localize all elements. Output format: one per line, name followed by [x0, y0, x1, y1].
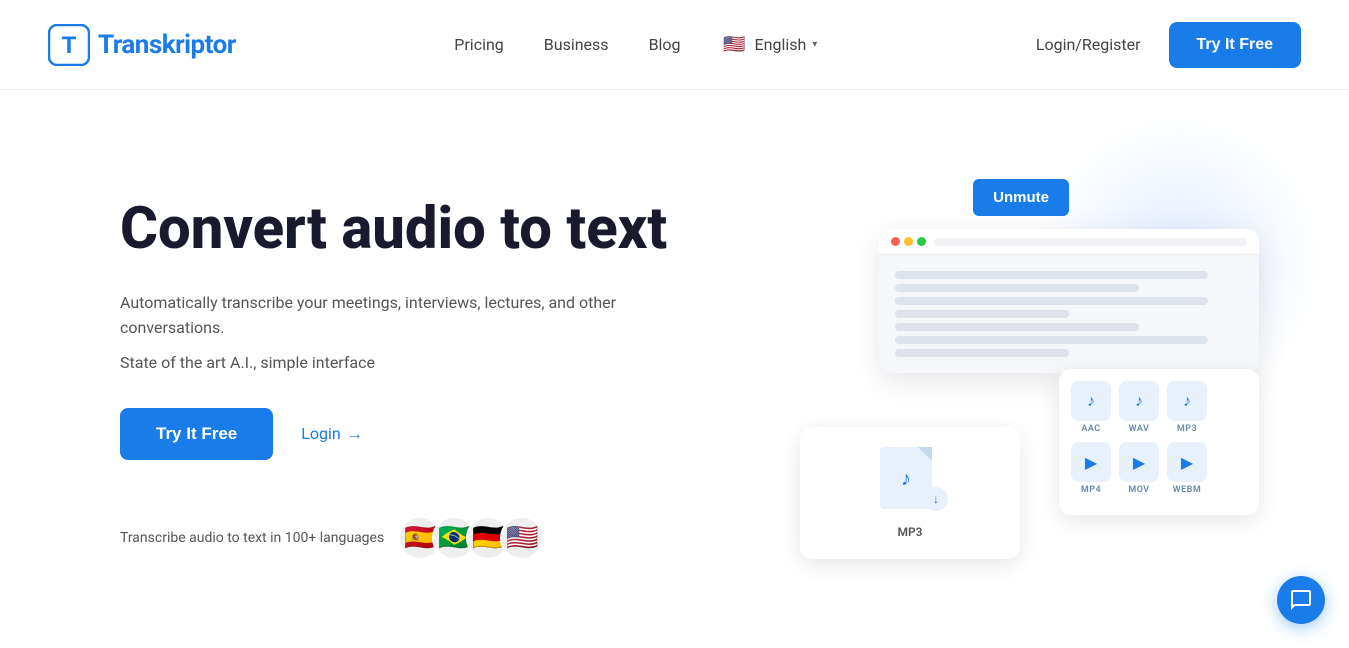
text-content-area	[895, 271, 1243, 357]
text-line	[895, 284, 1139, 292]
transcription-lines	[895, 271, 1243, 357]
text-line	[895, 297, 1208, 305]
ft-mp3: ♪ MP3	[1167, 381, 1207, 434]
hero-login-link[interactable]: Login →	[301, 424, 362, 444]
file-type-grid: ♪ AAC ♪ WAV ♪ MP3 ▶ MP4 ▶	[1059, 369, 1259, 515]
flag-stack: 🇪🇸 🇧🇷 🇩🇪 🇺🇸	[398, 516, 544, 560]
svg-text:T: T	[62, 32, 77, 59]
hero-languages: Transcribe audio to text in 100+ languag…	[120, 516, 700, 560]
close-dot	[891, 237, 900, 246]
text-line	[895, 336, 1208, 344]
file-types-row1: ♪ AAC ♪ WAV ♪ MP3	[1071, 381, 1247, 434]
file-type-label: MP3	[897, 525, 922, 539]
mov-label: MOV	[1128, 485, 1149, 495]
ft-wav: ♪ WAV	[1119, 381, 1159, 434]
unmute-button[interactable]: Unmute	[973, 179, 1069, 216]
hero-actions: Try It Free Login →	[120, 408, 700, 460]
hero-title: Convert audio to text	[120, 198, 700, 262]
logo[interactable]: T Transkriptor	[48, 24, 236, 66]
minimize-dot	[904, 237, 913, 246]
mp4-icon: ▶	[1071, 442, 1111, 482]
upload-area: ♪ ↓ MP3	[800, 427, 1020, 559]
ft-webm: ▶ WEBM	[1167, 442, 1207, 495]
mp3-file-icon: ♪ ↓	[880, 447, 940, 517]
ft-mov: ▶ MOV	[1119, 442, 1159, 495]
nav-right: Login/Register Try It Free	[1036, 22, 1301, 68]
nav-blog[interactable]: Blog	[649, 35, 681, 54]
logo-icon: T	[48, 24, 90, 66]
mp3-label-grid: MP3	[1177, 424, 1197, 434]
browser-window	[879, 229, 1259, 373]
arrow-right-icon: →	[347, 424, 363, 444]
text-line	[895, 271, 1208, 279]
try-free-button[interactable]: Try It Free	[1169, 22, 1301, 68]
languages-label: Transcribe audio to text in 100+ languag…	[120, 530, 384, 546]
flag-english: 🇺🇸	[500, 516, 544, 560]
chat-icon	[1289, 588, 1313, 612]
browser-body	[879, 255, 1259, 373]
language-selector[interactable]: 🇺🇸 English ▾	[721, 31, 818, 59]
mp4-label: MP4	[1081, 485, 1101, 495]
webm-icon: ▶	[1167, 442, 1207, 482]
hero-illustration: Unmute	[700, 169, 1269, 589]
hero-try-free-button[interactable]: Try It Free	[120, 408, 273, 460]
hero-subtitle: Automatically transcribe your meetings, …	[120, 290, 700, 341]
language-label: English	[755, 35, 807, 54]
aac-label: AAC	[1081, 424, 1100, 434]
mp3-icon-grid: ♪	[1167, 381, 1207, 421]
wav-icon: ♪	[1119, 381, 1159, 421]
chevron-down-icon: ▾	[812, 39, 817, 50]
window-controls	[891, 237, 926, 246]
mov-icon: ▶	[1119, 442, 1159, 482]
flag-icon: 🇺🇸	[721, 31, 749, 59]
login-register-link[interactable]: Login/Register	[1036, 35, 1141, 54]
aac-icon: ♪	[1071, 381, 1111, 421]
file-fold	[918, 447, 932, 461]
maximize-dot	[917, 237, 926, 246]
chat-bubble[interactable]	[1277, 576, 1325, 624]
url-bar	[934, 238, 1247, 246]
mp3-icon: ♪ ↓	[880, 447, 940, 517]
text-line	[895, 349, 1069, 357]
logo-wordmark: Transkriptor	[98, 30, 236, 60]
browser-toolbar	[879, 229, 1259, 255]
ft-mp4: ▶ MP4	[1071, 442, 1111, 495]
hero-left: Convert audio to text Automatically tran…	[120, 198, 700, 560]
download-icon: ↓	[924, 487, 948, 511]
ft-aac: ♪ AAC	[1071, 381, 1111, 434]
wav-label: WAV	[1129, 424, 1150, 434]
webm-label: WEBM	[1173, 485, 1202, 495]
text-line	[895, 310, 1069, 318]
music-note-icon: ♪	[901, 466, 911, 491]
navbar: T Transkriptor Pricing Business Blog 🇺🇸 …	[0, 0, 1349, 90]
nav-pricing[interactable]: Pricing	[454, 35, 504, 54]
nav-business[interactable]: Business	[544, 35, 609, 54]
hero-section: Convert audio to text Automatically tran…	[0, 90, 1349, 648]
hero-tagline: State of the art A.I., simple interface	[120, 353, 700, 372]
text-line	[895, 323, 1139, 331]
nav-links: Pricing Business Blog 🇺🇸 English ▾	[454, 31, 817, 59]
file-types-row2: ▶ MP4 ▶ MOV ▶ WEBM	[1071, 442, 1247, 495]
